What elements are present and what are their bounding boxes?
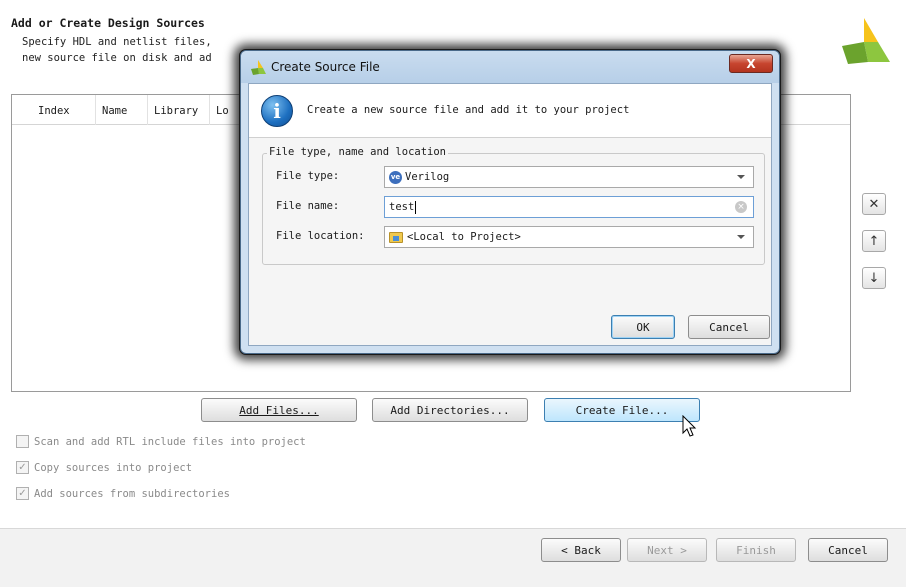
- cancel-button[interactable]: Cancel: [808, 538, 888, 562]
- finish-button[interactable]: Finish: [716, 538, 796, 562]
- dialog-body: i Create a new source file and add it to…: [248, 83, 772, 346]
- next-label: Next >: [647, 543, 687, 557]
- page-description: Specify HDL and netlist files, new sourc…: [22, 34, 212, 66]
- scan-rtl-include-checkbox[interactable]: [16, 435, 29, 448]
- clear-input-icon[interactable]: ×: [735, 201, 747, 213]
- file-type-value: Verilog: [405, 171, 450, 183]
- back-label: < Back: [561, 543, 601, 557]
- file-name-label: File name:: [276, 200, 340, 212]
- file-type-dropdown[interactable]: ve Verilog: [384, 166, 754, 188]
- banner-text: Create a new source file and add it to y…: [307, 104, 630, 116]
- create-file-label: Create File...: [575, 403, 669, 417]
- copy-sources-checkbox[interactable]: ✓: [16, 461, 29, 474]
- file-name-value: test: [389, 201, 415, 213]
- dialog-cancel-label: Cancel: [709, 320, 749, 334]
- page-title: Add or Create Design Sources: [11, 16, 205, 30]
- group-legend: File type, name and location: [267, 146, 449, 158]
- dialog-titlebar[interactable]: Create Source File X: [241, 51, 779, 83]
- create-file-button[interactable]: Create File...: [544, 398, 700, 422]
- close-button[interactable]: X: [729, 54, 773, 73]
- add-directories-button[interactable]: Add Directories...: [372, 398, 528, 422]
- move-down-button[interactable]: ↓: [862, 267, 886, 289]
- vivado-logo-icon: [842, 18, 890, 64]
- file-settings-group: File type, name and location File type: …: [262, 146, 765, 265]
- create-source-file-dialog: Create Source File X i Create a new sour…: [240, 50, 780, 354]
- remove-source-button[interactable]: ✕: [862, 193, 886, 215]
- scan-rtl-include-label: Scan and add RTL include files into proj…: [34, 435, 306, 448]
- back-button[interactable]: < Back: [541, 538, 621, 562]
- verilog-file-icon: ve: [389, 170, 402, 184]
- add-directories-label: Add Directories...: [390, 403, 510, 417]
- x-icon: ✕: [868, 196, 880, 212]
- column-header-index[interactable]: Index: [32, 95, 96, 125]
- add-files-label: Add Files...: [239, 403, 319, 417]
- ok-button[interactable]: OK: [611, 315, 675, 339]
- arrow-down-icon: ↓: [868, 270, 880, 286]
- copy-sources-option[interactable]: ✓ Copy sources into project: [16, 461, 192, 474]
- vivado-app-icon: [251, 60, 266, 75]
- page-description-text: Specify HDL and netlist files, new sourc…: [22, 36, 212, 64]
- chevron-down-icon: [737, 175, 745, 179]
- info-icon: i: [261, 95, 293, 127]
- copy-sources-label: Copy sources into project: [34, 461, 193, 474]
- column-header-name[interactable]: Name: [96, 95, 148, 125]
- cancel-label: Cancel: [828, 543, 868, 557]
- move-up-button[interactable]: ↑: [862, 230, 886, 252]
- file-type-label: File type:: [276, 170, 340, 182]
- column-header-library[interactable]: Library: [148, 95, 210, 125]
- next-button[interactable]: Next >: [627, 538, 707, 562]
- file-name-input[interactable]: test ×: [384, 196, 754, 218]
- add-subdirectories-checkbox[interactable]: ✓: [16, 487, 29, 500]
- finish-label: Finish: [736, 543, 776, 557]
- file-location-label: File location:: [276, 230, 365, 242]
- arrow-up-icon: ↑: [868, 233, 880, 249]
- dialog-cancel-button[interactable]: Cancel: [688, 315, 770, 339]
- dialog-banner: i Create a new source file and add it to…: [249, 84, 771, 138]
- add-files-button[interactable]: Add Files...: [201, 398, 357, 422]
- ok-label: OK: [636, 320, 650, 334]
- add-subdirectories-option[interactable]: ✓ Add sources from subdirectories: [16, 487, 230, 500]
- file-location-dropdown[interactable]: <Local to Project>: [384, 226, 754, 248]
- folder-icon: [389, 231, 403, 243]
- chevron-down-icon: [737, 235, 745, 239]
- add-subdirectories-label: Add sources from subdirectories: [34, 487, 230, 500]
- dialog-title: Create Source File: [271, 60, 380, 74]
- mouse-pointer-icon: [682, 415, 697, 437]
- close-icon: X: [746, 56, 756, 71]
- scan-rtl-include-option[interactable]: Scan and add RTL include files into proj…: [16, 435, 306, 448]
- file-location-value: <Local to Project>: [407, 231, 521, 243]
- text-caret: [415, 200, 417, 214]
